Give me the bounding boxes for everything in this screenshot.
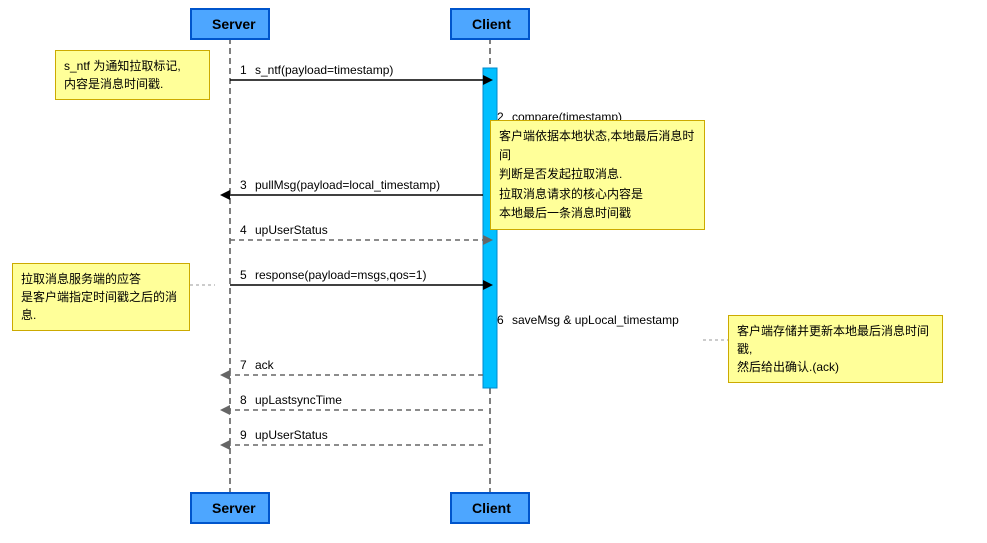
note4-box: 客户端存储并更新本地最后消息时间戳,然后给出确认.(ack) bbox=[728, 315, 943, 383]
msg6-text: saveMsg & upLocal_timestamp bbox=[512, 313, 679, 327]
msg5-text: response(payload=msgs,qos=1) bbox=[255, 268, 426, 282]
msg3-text: pullMsg(payload=local_timestamp) bbox=[255, 178, 440, 192]
msg7-text: ack bbox=[255, 358, 274, 372]
msg6-label: 6 bbox=[497, 313, 504, 327]
msg7-label: 7 bbox=[240, 358, 247, 372]
note3-box: 拉取消息服务端的应答是客户端指定时间戳之后的消息. bbox=[12, 263, 190, 331]
msg3-label: 3 bbox=[240, 178, 247, 192]
note1-text: s_ntf 为通知拉取标记,内容是消息时间戳. bbox=[64, 59, 181, 91]
note2-box: 客户端依据本地状态,本地最后消息时间判断是否发起拉取消息.拉取消息请求的核心内容… bbox=[490, 120, 705, 230]
msg9-text: upUserStatus bbox=[255, 428, 328, 442]
server-top-actor: Server bbox=[190, 8, 270, 40]
client-bottom-actor: Client bbox=[450, 492, 530, 524]
diagram-container: Server Client Server Client 1 s_ntf(payl… bbox=[0, 0, 987, 543]
note4-text: 客户端存储并更新本地最后消息时间戳,然后给出确认.(ack) bbox=[737, 324, 929, 374]
msg5-label: 5 bbox=[240, 268, 247, 282]
msg1-label: 1 bbox=[240, 63, 247, 77]
msg4-text: upUserStatus bbox=[255, 223, 328, 237]
msg1-text: s_ntf(payload=timestamp) bbox=[255, 63, 393, 77]
server-bottom-actor: Server bbox=[190, 492, 270, 524]
note1-box: s_ntf 为通知拉取标记,内容是消息时间戳. bbox=[55, 50, 210, 100]
msg9-label: 9 bbox=[240, 428, 247, 442]
msg8-text: upLastsyncTime bbox=[255, 393, 342, 407]
msg8-label: 8 bbox=[240, 393, 247, 407]
note2-text: 客户端依据本地状态,本地最后消息时间判断是否发起拉取消息.拉取消息请求的核心内容… bbox=[499, 129, 694, 220]
client-top-actor: Client bbox=[450, 8, 530, 40]
note3-text: 拉取消息服务端的应答是客户端指定时间戳之后的消息. bbox=[21, 272, 177, 322]
msg4-label: 4 bbox=[240, 223, 247, 237]
